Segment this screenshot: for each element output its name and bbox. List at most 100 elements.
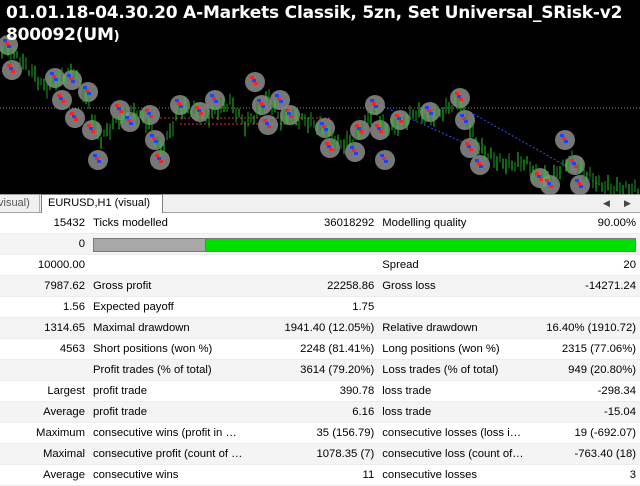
trade-arrow-icon: [572, 162, 576, 165]
trade-arrow-icon: [289, 115, 293, 118]
row-value: 1.75: [352, 301, 375, 313]
trade-arrow-icon: [152, 137, 156, 140]
row-value: 1078.35 (7): [247, 443, 379, 465]
row-value: [0, 359, 89, 381]
row-label: Ticks modelled: [93, 217, 168, 229]
trade-arrow-icon: [357, 127, 361, 130]
trade-arrow-icon: [261, 105, 265, 108]
report-row: Profit trades (% of total) 3614 (79.20%) L…: [0, 359, 640, 381]
row-label: profit trade: [89, 401, 248, 423]
row-label: Gross loss: [378, 275, 530, 297]
trade-arrow-icon: [379, 130, 383, 133]
row-value: -763.40 (18): [529, 443, 640, 465]
row-label: Short positions (won %): [93, 343, 213, 355]
trade-arrow-icon: [179, 105, 183, 108]
trade-arrow-icon: [7, 45, 11, 48]
tab-scroll-right-icon[interactable]: ▶: [624, 195, 631, 212]
trade-arrow-icon: [475, 159, 479, 162]
trade-arrow-icon: [57, 94, 61, 97]
trade-arrow-icon: [329, 148, 333, 151]
trade-arrow-icon: [359, 130, 363, 133]
row-value: 35 (156.79): [316, 427, 375, 439]
row-value: 4563: [59, 343, 85, 355]
trade-arrow-icon: [87, 92, 91, 95]
trade-arrow-icon: [267, 125, 271, 128]
row-value: [248, 255, 378, 276]
modelling-quality-bar-unmodelled: [94, 239, 206, 251]
trade-arrow-icon: [279, 100, 283, 103]
trade-arrow-icon: [574, 165, 578, 168]
trade-arrow-icon: [547, 182, 551, 185]
trade-arrow-icon: [154, 140, 158, 143]
row-value: -14271.24: [529, 275, 640, 297]
trade-arrow-icon: [382, 157, 386, 160]
trade-arrow-icon: [384, 160, 388, 163]
trade-arrow-icon: [54, 78, 58, 81]
trade-arrow-icon: [322, 125, 326, 128]
trade-arrow-icon: [325, 142, 329, 145]
trade-arrow-icon: [462, 117, 466, 120]
trade-arrow-icon: [350, 146, 354, 149]
row-value: 1314.65: [0, 317, 89, 339]
trade-arrow-icon: [71, 80, 75, 83]
trade-arrow-icon: [83, 86, 87, 89]
row-value: 20: [623, 259, 636, 271]
trade-arrow-icon: [155, 154, 159, 157]
row-value: 90.00%: [597, 217, 636, 229]
row-value: 0: [0, 233, 89, 255]
trade-arrow-icon: [397, 117, 401, 120]
row-value: Average: [43, 469, 85, 481]
chart-title-line2-tail: ): [113, 29, 120, 44]
row-label: Modelling quality: [382, 217, 467, 229]
report-row: Maximal consecutive profit (count of wins…: [0, 443, 640, 465]
trade-arrow-icon: [455, 92, 459, 95]
trade-arrow-icon: [460, 114, 464, 117]
row-label: Loss trades (% of total): [378, 359, 530, 381]
row-value: 19 (-692.07): [574, 427, 636, 439]
trade-arrow-icon: [175, 99, 179, 102]
visual-chart[interactable]: 01.01.18-04.30.20 A-Markets Classik, 5zn…: [0, 0, 640, 194]
row-value: 36018292: [324, 217, 375, 229]
row-value: 1.56: [63, 301, 85, 313]
report-row: 1.56 Expected payoff 1.75: [0, 297, 640, 318]
trade-arrow-icon: [575, 179, 579, 182]
trade-arrow-icon: [459, 98, 463, 101]
trade-arrow-icon: [562, 137, 566, 140]
row-value: 2248 (81.41%): [300, 343, 375, 355]
trade-arrow-icon: [115, 104, 119, 107]
trade-arrow-icon: [74, 118, 78, 121]
trade-arrow-icon: [287, 112, 291, 115]
tab-previous-visual[interactable]: visual): [0, 195, 40, 212]
trade-arrow-icon: [320, 122, 324, 125]
trade-arrow-icon: [197, 109, 201, 112]
row-value: -298.34: [597, 385, 636, 397]
report-row: Maximum consecutive wins (profit in money…: [0, 423, 640, 444]
trade-arrow-icon: [355, 124, 359, 127]
trade-arrow-icon: [125, 116, 129, 119]
chart-title-line2: 800092(UM): [6, 25, 120, 45]
trade-arrow-icon: [374, 105, 378, 108]
row-value: 2315 (77.06%): [561, 343, 636, 355]
trade-arrow-icon: [195, 106, 199, 109]
trade-arrow-icon: [257, 99, 261, 102]
row-label: [378, 297, 530, 318]
trade-arrow-icon: [545, 179, 549, 182]
row-value: 11: [362, 469, 375, 481]
chart-title-line2-main: 800092(UM: [6, 25, 114, 45]
row-label: consecutive wins (profit in money): [93, 427, 248, 439]
report-row: 4563 Short positions (won %) 2248 (81.41%)…: [0, 339, 640, 360]
tab-scroll-left-icon[interactable]: ◀: [603, 195, 610, 212]
report-row: Average profit trade 6.16 loss trade -15.04: [0, 401, 640, 423]
row-label: consecutive losses (loss in money): [382, 427, 530, 439]
trade-arrow-icon: [395, 114, 399, 117]
trade-arrow-icon: [50, 72, 54, 75]
trade-arrow-icon: [61, 100, 65, 103]
trade-arrow-icon: [375, 124, 379, 127]
trade-arrow-icon: [259, 102, 263, 105]
trade-arrow-icon: [354, 152, 358, 155]
tab-eurusd-h1-visual[interactable]: EURUSD,H1 (visual): [41, 194, 163, 213]
row-label: Maximal drawdown: [89, 317, 248, 339]
trade-arrow-icon: [95, 157, 99, 160]
trade-arrow-icon: [564, 140, 568, 143]
trade-arrow-icon: [67, 74, 71, 77]
